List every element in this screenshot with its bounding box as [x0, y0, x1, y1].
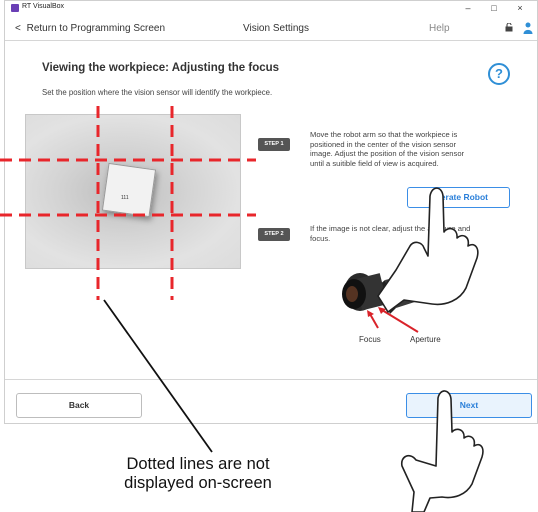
app-logo-icon: [11, 4, 19, 12]
close-button[interactable]: ×: [509, 1, 531, 15]
step1-badge: STEP 1: [258, 138, 290, 151]
step2-badge: STEP 2: [258, 228, 290, 241]
page-heading: Viewing the workpiece: Adjusting the foc…: [42, 62, 280, 74]
help-link[interactable]: Help: [429, 23, 450, 34]
step1-line: positioned in the center of the vision s…: [310, 139, 457, 149]
focus-arrow: [369, 313, 379, 329]
focus-label: Focus: [359, 335, 381, 344]
user-icon[interactable]: [523, 22, 533, 34]
step1-line: until a suitible field of view is acquir…: [310, 158, 439, 168]
lock-icon[interactable]: [505, 23, 513, 32]
workpiece-marking: 111: [121, 195, 129, 201]
aperture-label: Aperture: [410, 335, 441, 344]
step2-text: If the image is not clear, adjust the ap…: [310, 224, 470, 243]
step1-line: Move the robot arm so that the workpiece…: [310, 130, 458, 139]
minimize-button[interactable]: –: [457, 1, 479, 15]
footer-divider: [5, 379, 537, 380]
back-button[interactable]: Back: [16, 393, 142, 418]
app-title: RT VisualBox: [22, 3, 65, 10]
annotation-caption: Dotted lines are not displayed on-screen: [88, 455, 308, 493]
title-bar: RT VisualBox – □ ×: [5, 1, 537, 15]
camera-illustration: [342, 268, 446, 333]
annotation-line: displayed on-screen: [124, 474, 272, 492]
step1-line: image. Adjust the position of the vision…: [310, 149, 465, 159]
next-button[interactable]: Next: [406, 393, 532, 418]
instruction-text: Set the position where the vision sensor…: [42, 88, 273, 97]
operate-robot-button[interactable]: Operate Robot: [407, 187, 510, 208]
aperture-arrow: [381, 309, 419, 333]
maximize-button[interactable]: □: [483, 1, 505, 15]
screen-title: Vision Settings: [243, 23, 309, 34]
workpiece: [101, 162, 157, 218]
help-icon[interactable]: ?: [488, 63, 510, 85]
chevron-left-icon: <: [15, 23, 21, 34]
step2-line: If the image is not clear, adjust the ap…: [310, 224, 471, 233]
return-label: Return to Programming Screen: [26, 23, 166, 34]
nav-bar: < Return to Programming Screen Vision Se…: [5, 18, 537, 41]
return-to-programming-button[interactable]: < Return to Programming Screen: [15, 23, 165, 34]
step1-text: Move the robot arm so that the workpiece…: [310, 130, 464, 168]
annotation-line: Dotted lines are not: [126, 455, 270, 473]
step2-line: focus.: [310, 233, 331, 243]
